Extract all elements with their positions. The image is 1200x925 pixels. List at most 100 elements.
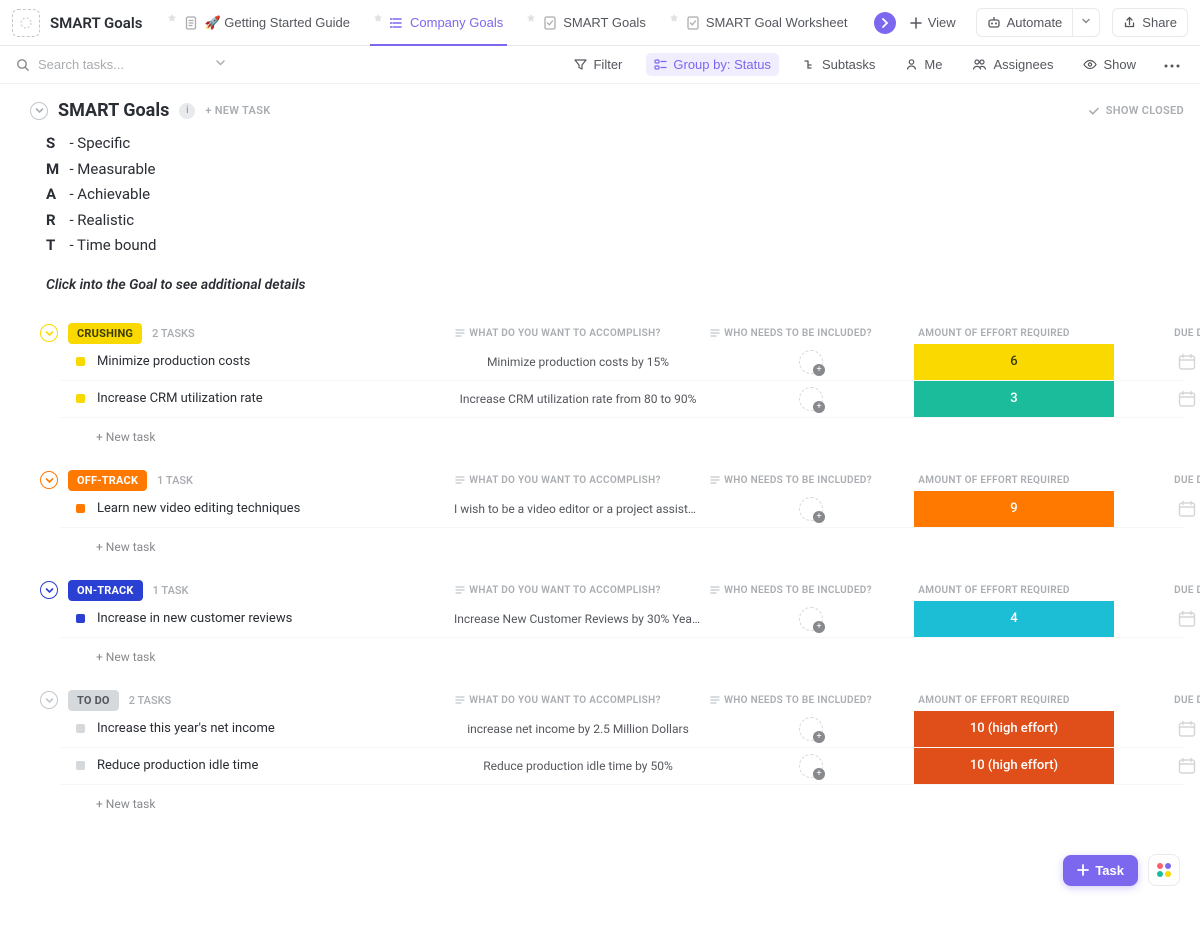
show-closed-label: SHOW CLOSED [1106, 104, 1184, 117]
group-new-task-button[interactable]: + New task [96, 424, 1184, 450]
add-view-button[interactable]: View [900, 9, 966, 36]
subtasks-label: Subtasks [822, 57, 875, 72]
tab-goal-effort[interactable]: Goal Effort [861, 0, 869, 46]
chevron-down-icon [215, 57, 226, 68]
filter-button[interactable]: Filter [568, 53, 628, 76]
group-new-task-button[interactable]: + New task [96, 791, 1184, 817]
due-date-button[interactable] [1177, 756, 1197, 776]
due-date-button[interactable] [1177, 719, 1197, 739]
show-label: Show [1103, 57, 1136, 72]
me-button[interactable]: Me [899, 53, 948, 76]
status-chip[interactable]: OFF-TRACK [68, 470, 147, 491]
task-row[interactable]: Learn new video editing techniques I wish… [60, 491, 1184, 528]
search-caret-button[interactable] [215, 57, 226, 72]
subtasks-button[interactable]: Subtasks [797, 53, 881, 76]
group-new-task-button[interactable]: + New task [96, 534, 1184, 560]
task-status-dot [76, 614, 85, 623]
new-task-link[interactable]: + NEW TASK [205, 104, 270, 117]
assignee-add-button[interactable] [799, 717, 823, 741]
group-crushing: CRUSHING2 TASKS WHAT DO YOU WANT TO ACCO… [40, 323, 1184, 450]
task-status-dot [76, 394, 85, 403]
effort-cell[interactable]: 4 [914, 601, 1114, 637]
task-title[interactable]: Increase CRM utilization rate [97, 391, 263, 406]
task-title[interactable]: Reduce production idle time [97, 758, 258, 773]
due-date-button[interactable] [1177, 499, 1197, 519]
automate-caret-button[interactable] [1072, 9, 1099, 36]
task-status-dot [76, 724, 85, 733]
more-options-button[interactable] [1160, 57, 1184, 72]
task-row[interactable]: Minimize production costsMinimize produc… [60, 344, 1184, 381]
apps-fab[interactable] [1148, 854, 1180, 886]
groupby-button[interactable]: Group by: Status [646, 53, 779, 76]
list-info-icon[interactable]: i [179, 103, 195, 119]
group-collapse-toggle[interactable] [40, 691, 58, 709]
due-date-button[interactable] [1177, 352, 1197, 372]
col-due: DUE DATE [1102, 585, 1200, 596]
due-date-button[interactable] [1177, 389, 1197, 409]
share-icon [1123, 16, 1136, 29]
group-new-task-button[interactable]: + New task [96, 644, 1184, 670]
task-accomplish-cell: Reduce production idle time by 50% [448, 759, 708, 773]
assignee-add-button[interactable] [799, 350, 823, 374]
tabs-scroll-right-button[interactable] [874, 12, 896, 34]
task-row[interactable]: Increase in new customer reviewsIncrease… [60, 601, 1184, 638]
automate-button[interactable]: Automate [977, 9, 1073, 36]
col-due: DUE DATE [1102, 475, 1200, 486]
workspace-icon[interactable] [12, 9, 40, 37]
assignee-add-button[interactable] [799, 497, 823, 521]
assignee-add-button[interactable] [799, 607, 823, 631]
status-chip[interactable]: TO DO [68, 690, 119, 711]
show-button[interactable]: Show [1077, 53, 1142, 76]
effort-cell[interactable]: 6 [914, 344, 1114, 380]
group-header: CRUSHING2 TASKS WHAT DO YOU WANT TO ACCO… [40, 323, 1184, 344]
search-input[interactable] [38, 57, 188, 72]
list-header: SMART Goals i + NEW TASK SHOW CLOSED [30, 100, 1184, 121]
effort-cell[interactable]: 9 [914, 491, 1114, 527]
smart-row-t: T - Time bound [46, 233, 1184, 259]
automate-label: Automate [1007, 15, 1063, 30]
group-collapse-toggle[interactable] [40, 581, 58, 599]
task-status-dot [76, 761, 85, 770]
create-task-fab[interactable]: Task [1063, 855, 1138, 886]
task-row[interactable]: Increase CRM utilization rateIncrease CR… [60, 381, 1184, 418]
smart-definition: S - SpecificM - MeasurableA - Achievable… [46, 131, 1184, 259]
task-row[interactable]: Increase this year's net incomeincrease … [60, 711, 1184, 748]
subtasks-icon [803, 58, 816, 71]
due-date-button[interactable] [1177, 609, 1197, 629]
task-title[interactable]: Minimize production costs [97, 354, 250, 369]
list-collapse-toggle[interactable] [30, 102, 48, 120]
effort-cell[interactable]: 3 [914, 381, 1114, 417]
chevron-down-icon [1081, 16, 1091, 26]
share-button[interactable]: Share [1112, 8, 1188, 37]
smart-row-r: R - Realistic [46, 208, 1184, 234]
me-label: Me [924, 57, 942, 72]
col-included: WHO NEEDS TO BE INCLUDED? [696, 328, 886, 339]
tab-label: SMART Goals [563, 15, 646, 30]
col-accomplish: WHAT DO YOU WANT TO ACCOMPLISH? [428, 695, 688, 706]
task-row[interactable]: Reduce production idle time Reduce produc… [60, 748, 1184, 785]
group-collapse-toggle[interactable] [40, 471, 58, 489]
task-title[interactable]: Increase this year's net income [97, 721, 275, 736]
tab-company-goals[interactable]: Company Goals [364, 0, 513, 46]
tab-smart-goals[interactable]: SMART Goals [517, 0, 656, 46]
task-status-dot [76, 357, 85, 366]
status-chip[interactable]: ON-TRACK [68, 580, 143, 601]
group-collapse-toggle[interactable] [40, 324, 58, 342]
show-closed-button[interactable]: SHOW CLOSED [1088, 104, 1184, 117]
status-chip[interactable]: CRUSHING [68, 323, 142, 344]
tab-smart-goal-worksheet[interactable]: SMART Goal Worksheet [660, 0, 858, 46]
assignees-button[interactable]: Assignees [966, 53, 1059, 76]
apps-grid-icon [1157, 863, 1171, 877]
task-title[interactable]: Increase in new customer reviews [97, 611, 292, 626]
col-effort: AMOUNT OF EFFORT REQUIRED [894, 695, 1094, 706]
assignee-add-button[interactable] [799, 754, 823, 778]
content-area: SMART Goals i + NEW TASK SHOW CLOSED S -… [0, 84, 1200, 925]
eye-icon [1083, 58, 1097, 71]
assignee-add-button[interactable] [799, 387, 823, 411]
effort-cell[interactable]: 10 (high effort) [914, 711, 1114, 747]
task-accomplish-cell: I wish to be a video editor or a project… [448, 502, 708, 516]
effort-cell[interactable]: 10 (high effort) [914, 748, 1114, 784]
tab-getting-started-guide[interactable]: 🚀 Getting Started Guide [158, 0, 360, 46]
col-effort: AMOUNT OF EFFORT REQUIRED [894, 328, 1094, 339]
task-title[interactable]: Learn new video editing techniques [97, 501, 300, 516]
